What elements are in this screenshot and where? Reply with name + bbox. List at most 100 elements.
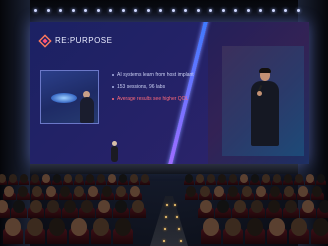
audience-head [130, 174, 138, 183]
audience-head [306, 174, 314, 183]
diamond-logo-icon [38, 34, 52, 48]
audience-head [214, 186, 224, 197]
ceiling-light [34, 9, 37, 12]
ceiling-light [171, 9, 175, 12]
audience-head [225, 218, 241, 236]
ceiling-light [134, 9, 137, 12]
ceiling-light [234, 9, 237, 12]
audience-head [74, 186, 84, 197]
audience-head [203, 218, 219, 236]
audience-head [284, 174, 292, 183]
audience-head [270, 186, 280, 197]
audience-head [229, 174, 237, 183]
audience-head [119, 174, 127, 183]
audience-head [228, 186, 238, 197]
aisle-step-light [165, 216, 167, 218]
aisle-step-light [174, 204, 176, 206]
ceiling-light [121, 9, 125, 12]
audience-head [49, 218, 65, 236]
ceiling-light [159, 9, 162, 12]
audience-head [186, 186, 196, 197]
audience-head [251, 174, 259, 183]
audience-head [9, 174, 17, 183]
audience-head [295, 174, 303, 183]
audience-head [200, 186, 210, 197]
audience-head [102, 186, 112, 197]
aisle-step-light [164, 228, 166, 230]
audience-head [75, 174, 83, 183]
ceiling-light [246, 9, 250, 12]
ceiling-light [284, 9, 287, 12]
audience-head [46, 186, 56, 197]
audience-head [242, 186, 252, 197]
audience-head [86, 174, 94, 183]
audience-head [273, 174, 281, 183]
brand-name: RE:PURPOSE [55, 36, 113, 45]
speaker-on-screen [249, 68, 281, 146]
audience-head [130, 186, 140, 197]
audience-head [5, 218, 21, 236]
bullet-item: 153 sessions, 96 labs [112, 84, 207, 91]
ceiling-light [71, 9, 75, 12]
audience-head [93, 218, 109, 236]
audience-head [4, 186, 14, 197]
bullet-item: AI systems learn from host implant [112, 72, 207, 79]
aisle-step-light [180, 240, 182, 242]
ceiling-light [59, 9, 62, 12]
audience-head [291, 218, 307, 236]
ceiling-light [196, 9, 200, 12]
ceiling-light [259, 9, 262, 12]
bullet-item-highlight: Average results see higher QOL [112, 96, 207, 103]
audience-head [185, 174, 193, 183]
bullet-list: AI systems learn from host implant 153 s… [112, 72, 207, 108]
ceiling-light [184, 9, 187, 12]
audience-head [207, 174, 215, 183]
vr-lab-photo [40, 70, 99, 124]
ceiling-light [209, 9, 212, 12]
audience-head [262, 174, 270, 183]
ceiling-light [221, 9, 225, 12]
audience-head [240, 174, 248, 183]
audience-head [298, 186, 308, 197]
audience-head [42, 174, 50, 183]
audience-head [256, 186, 266, 197]
audience-head [313, 218, 328, 236]
audience-head [27, 218, 43, 236]
ceiling-light [271, 9, 275, 12]
ceiling-light [46, 9, 50, 12]
audience-head [32, 186, 42, 197]
aisle-step-light [163, 240, 165, 242]
photo-person [80, 97, 94, 123]
audience-head [312, 186, 322, 197]
audience-head [53, 174, 61, 183]
aisle-step-light [176, 216, 178, 218]
audience-head [116, 186, 126, 197]
audience-head [88, 186, 98, 197]
auditorium-scene: RE:PURPOSE AI systems learn from host im… [0, 0, 328, 246]
audience-head [31, 174, 39, 183]
audience-head [141, 174, 149, 183]
aisle-step-light [178, 228, 180, 230]
audience-head [196, 174, 204, 183]
audience-head [97, 174, 105, 183]
audience-head [284, 186, 294, 197]
ceiling-light [146, 9, 150, 12]
audience-head [218, 174, 226, 183]
aisle-step-light [166, 204, 168, 206]
ceiling-light [84, 9, 87, 12]
audience-head [317, 174, 325, 183]
presenter-on-stage [111, 141, 118, 162]
audience-head [20, 174, 28, 183]
audience-head [115, 218, 131, 236]
audience-head [108, 174, 116, 183]
audience-head [247, 218, 263, 236]
projection-screen: RE:PURPOSE AI systems learn from host im… [30, 22, 309, 164]
audience-head [71, 218, 87, 236]
audience-head [64, 174, 72, 183]
hologram-glow [51, 93, 77, 103]
audience-head [60, 186, 70, 197]
audience [0, 172, 328, 246]
ceiling-light [96, 9, 100, 12]
audience-head [319, 200, 328, 214]
ceiling-light [296, 9, 300, 12]
